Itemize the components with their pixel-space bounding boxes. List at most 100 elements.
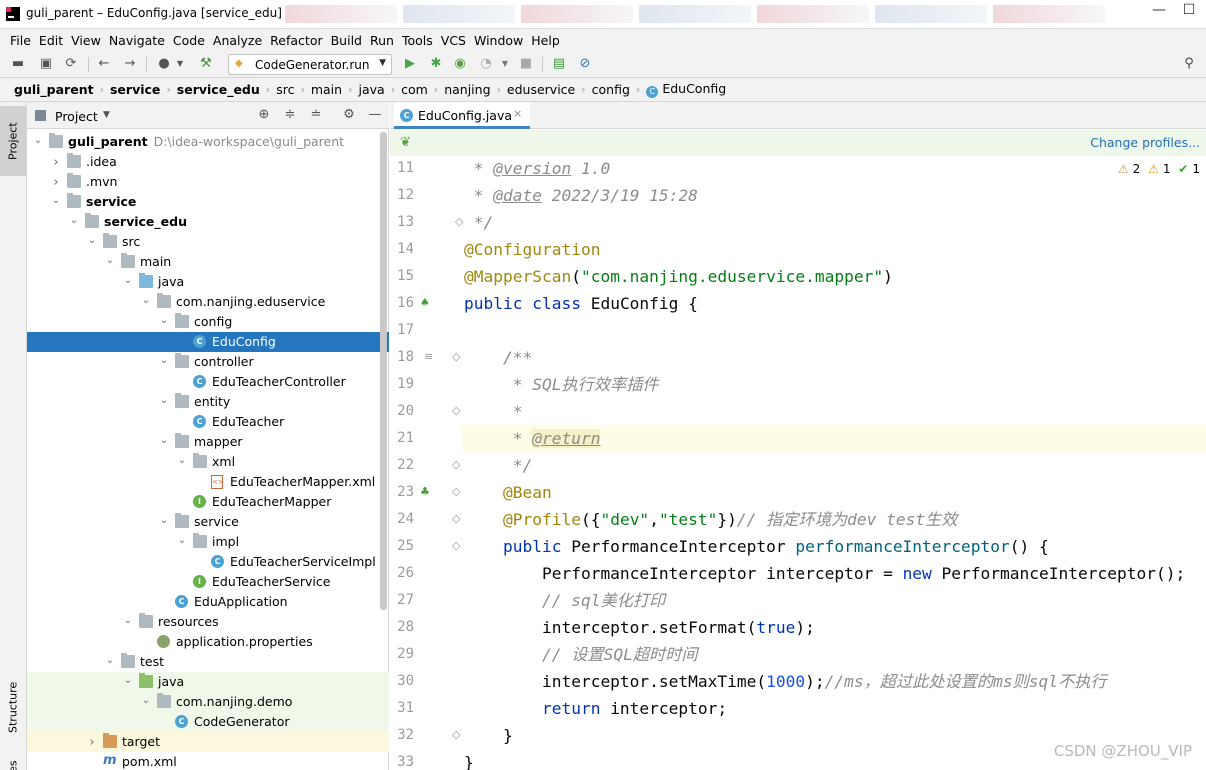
tree-item[interactable]: ⌄ main	[27, 252, 389, 272]
minimize-button[interactable]: —	[1142, 0, 1176, 22]
chevron-down-icon[interactable]: ⌄	[141, 295, 151, 306]
spring-bean-icon[interactable]: ♣	[420, 485, 430, 498]
menu-item-code[interactable]: Code	[169, 33, 209, 48]
menu-item-window[interactable]: Window	[470, 33, 527, 48]
menu-item-edit[interactable]: Edit	[35, 33, 67, 48]
disable-icon[interactable]: ⊘	[577, 56, 593, 72]
menu-item-navigate[interactable]: Navigate	[105, 33, 169, 48]
code-line[interactable]: /**	[464, 344, 532, 371]
gear-icon[interactable]: ⚙	[341, 107, 357, 123]
code-line[interactable]: public class EduConfig {	[464, 290, 698, 317]
code-line[interactable]: public PerformanceInterceptor performanc…	[464, 533, 1049, 560]
tree-item[interactable]: › .mvn	[27, 172, 389, 192]
chevron-right-icon[interactable]: ›	[87, 735, 97, 750]
tree-item[interactable]: m pom.xml	[27, 752, 389, 770]
menu-item-tools[interactable]: Tools	[398, 33, 437, 48]
chevron-down-icon[interactable]: ⌄	[33, 135, 43, 146]
tree-item[interactable]: ⌄ com.nanjing.demo	[27, 692, 389, 712]
breadcrumb-item[interactable]: eduservice	[507, 82, 575, 97]
bottom-tool-tab[interactable]: es	[0, 757, 26, 770]
tree-item[interactable]: C EduConfig	[27, 332, 389, 352]
breadcrumb-item[interactable]: com	[401, 82, 428, 97]
coverage-icon[interactable]: ◉	[452, 56, 468, 72]
tree-item[interactable]: ⌄ service_edu	[27, 212, 389, 232]
menu-item-refactor[interactable]: Refactor	[266, 33, 326, 48]
close-icon[interactable]: ×	[513, 107, 522, 120]
menu-item-file[interactable]: File	[6, 33, 35, 48]
menu-item-vcs[interactable]: VCS	[437, 33, 470, 48]
fold-marker-icon[interactable]: ◇	[452, 485, 460, 498]
run-icon[interactable]: ▶	[402, 56, 418, 72]
chevron-down-icon[interactable]: ⌄	[159, 515, 169, 526]
chevron-down-icon[interactable]: ⌄	[87, 235, 97, 246]
debug-icon[interactable]: ✱	[428, 56, 444, 72]
menu-item-view[interactable]: View	[67, 33, 105, 48]
tree-item[interactable]: › .idea	[27, 152, 389, 172]
code-line[interactable]: */	[464, 209, 494, 236]
project-panel-title[interactable]: Project	[55, 109, 98, 124]
forward-icon[interactable]: →	[122, 56, 138, 72]
code-text-area[interactable]: * @version 1.0 * @date 2022/3/19 15:28 *…	[462, 156, 1206, 770]
chevron-down-icon[interactable]: ⌄	[159, 435, 169, 446]
tree-item[interactable]: ⌄ resources	[27, 612, 389, 632]
tree-item[interactable]: I EduTeacherService	[27, 572, 389, 592]
code-line[interactable]: @Bean	[464, 479, 552, 506]
tree-item[interactable]: C EduTeacherController	[27, 372, 389, 392]
tree-item[interactable]: <> EduTeacherMapper.xml	[27, 472, 389, 492]
fold-marker-icon[interactable]: ◇	[452, 458, 460, 471]
chevron-down-icon[interactable]: ▼	[103, 110, 110, 120]
profiler-dropdown-icon[interactable]: ▼	[497, 56, 513, 72]
tree-item[interactable]: ⌄ com.nanjing.eduservice	[27, 292, 389, 312]
code-line[interactable]: // sql美化打印	[464, 587, 665, 614]
vcs-graph-icon[interactable]: ▤	[551, 56, 567, 72]
tree-item[interactable]: ⌄ service	[27, 512, 389, 532]
sync-icon[interactable]: ⟳	[63, 56, 79, 72]
search-icon[interactable]: ⚲	[1181, 56, 1197, 72]
code-line[interactable]: * @version 1.0	[464, 156, 610, 182]
code-line[interactable]: // 设置SQL超时时间	[464, 641, 698, 668]
tree-item[interactable]: ⌄ src	[27, 232, 389, 252]
inspection-widget[interactable]: ⚠ 2 ⚠ 1 ✔ 1	[1114, 162, 1200, 176]
menu-item-help[interactable]: Help	[527, 33, 564, 48]
code-line[interactable]: return interceptor;	[464, 695, 727, 722]
breadcrumb-item[interactable]: guli_parent	[14, 82, 94, 97]
chevron-down-icon[interactable]: ⌄	[159, 315, 169, 326]
tree-item[interactable]: ⌄ impl	[27, 532, 389, 552]
fold-marker-icon[interactable]: ◇	[452, 512, 460, 525]
chevron-down-icon[interactable]: ⌄	[177, 455, 187, 466]
chevron-down-icon[interactable]: ⌄	[141, 695, 151, 706]
chevron-right-icon[interactable]: ›	[51, 175, 61, 190]
code-line[interactable]: @MapperScan("com.nanjing.eduservice.mapp…	[464, 263, 893, 290]
chevron-down-icon[interactable]: ⌄	[123, 615, 133, 626]
tree-item[interactable]: application.properties	[27, 632, 389, 652]
change-profiles-link[interactable]: Change profiles...	[1090, 135, 1200, 150]
breadcrumb-item[interactable]: config	[592, 82, 630, 97]
menu-item-analyze[interactable]: Analyze	[209, 33, 266, 48]
tree-item[interactable]: C EduTeacherServiceImpl	[27, 552, 389, 572]
user-dropdown-icon[interactable]: ▼	[172, 56, 188, 72]
open-folder-icon[interactable]: ▬	[10, 56, 26, 72]
chevron-down-icon[interactable]: ⌄	[159, 395, 169, 406]
code-line[interactable]: }	[464, 722, 513, 749]
breadcrumb-item[interactable]: nanjing	[444, 82, 490, 97]
tree-item[interactable]: C EduTeacher	[27, 412, 389, 432]
breadcrumb-item[interactable]: main	[311, 82, 342, 97]
code-line[interactable]: *	[464, 398, 523, 425]
stop-icon[interactable]: ■	[518, 56, 534, 72]
menu-item-build[interactable]: Build	[327, 33, 366, 48]
chevron-down-icon[interactable]: ⌄	[69, 215, 79, 226]
breadcrumb-item[interactable]: java	[358, 82, 384, 97]
code-line[interactable]: * SQL执行效率插件	[464, 371, 659, 398]
code-line[interactable]: * @date 2022/3/19 15:28	[464, 182, 698, 209]
chevron-down-icon[interactable]: ⌄	[177, 535, 187, 546]
code-line[interactable]: */	[464, 452, 533, 479]
chevron-down-icon[interactable]: ⌄	[123, 675, 133, 686]
code-line[interactable]: @Profile({"dev","test"})// 指定环境为dev test…	[464, 506, 957, 533]
chevron-down-icon[interactable]: ⌄	[51, 195, 61, 206]
tree-item[interactable]: ⌄ guli_parent D:\idea-workspace\guli_paren…	[27, 132, 389, 152]
user-icon[interactable]: ●	[156, 56, 172, 72]
code-line[interactable]: interceptor.setMaxTime(1000);//ms，超过此处设置…	[464, 668, 1107, 695]
breadcrumb-item[interactable]: C EduConfig	[646, 81, 726, 98]
code-line[interactable]: interceptor.setFormat(true);	[464, 614, 815, 641]
tree-item[interactable]: ⌄ java	[27, 272, 389, 292]
